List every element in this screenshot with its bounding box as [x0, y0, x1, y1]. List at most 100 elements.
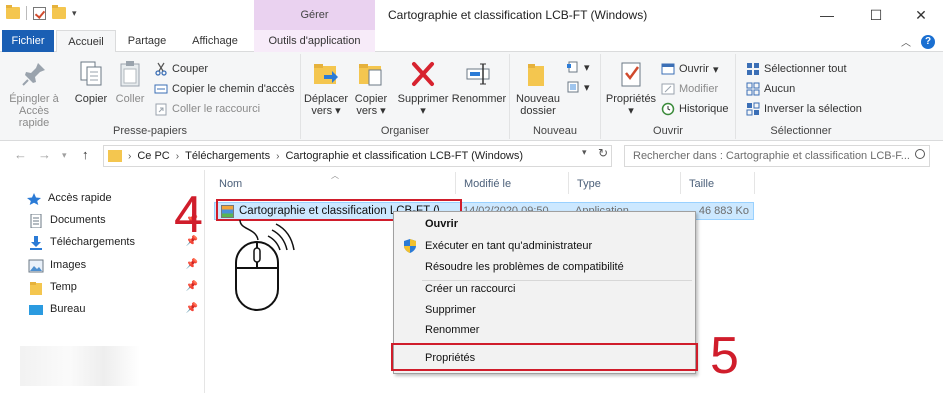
tab-accueil[interactable]: Accueil	[56, 30, 116, 53]
column-divider[interactable]	[455, 172, 456, 194]
tab-outils-application[interactable]: Outils d'application	[254, 30, 375, 52]
back-arrow-icon[interactable]: ←	[14, 147, 27, 162]
select-none-icon	[746, 82, 760, 96]
cut-label: Couper	[172, 63, 209, 75]
search-placeholder: Rechercher dans : Cartographie et classi…	[633, 150, 910, 162]
pin-icon[interactable]: 📌	[186, 281, 198, 292]
forward-arrow-icon[interactable]: →	[38, 147, 51, 162]
column-modifie-le[interactable]: Modifié le	[464, 178, 511, 190]
sidebar-item-label: Temp	[50, 281, 77, 293]
copy-button[interactable]: Copier	[72, 58, 110, 105]
menu-item-renommer[interactable]: Renommer	[394, 320, 695, 340]
pin-icon	[18, 58, 50, 90]
pin-icon[interactable]: 📌	[186, 259, 198, 270]
select-none-button[interactable]: Aucun	[746, 80, 795, 98]
column-taille[interactable]: Taille	[689, 178, 714, 190]
paste-button[interactable]: Coller	[112, 58, 148, 105]
column-type[interactable]: Type	[577, 178, 601, 190]
star-icon	[26, 192, 42, 205]
chevron-up-icon[interactable]: ︿	[901, 34, 911, 49]
sidebar-item-bureau[interactable]: Bureau 📌	[28, 299, 198, 319]
history-label: Historique	[679, 103, 729, 115]
delete-button[interactable]: Supprimer ▾	[397, 58, 449, 117]
menu-item-create-shortcut[interactable]: Créer un raccourci	[394, 279, 695, 299]
breadcrumb-current-folder[interactable]: Cartographie et classification LCB-FT (W…	[285, 150, 523, 162]
new-folder-button[interactable]: Nouveau dossier	[516, 58, 560, 117]
tab-affichage[interactable]: Affichage	[180, 30, 250, 52]
minimize-button[interactable]: —	[804, 0, 850, 30]
rename-button[interactable]: Renommer	[451, 58, 507, 105]
column-divider[interactable]	[680, 172, 681, 194]
edit-button[interactable]: Modifier	[661, 80, 718, 98]
tab-partage[interactable]: Partage	[120, 30, 174, 52]
easy-access-button[interactable]: ▾	[566, 78, 590, 96]
copy-to-button[interactable]: Copier vers ▾	[351, 58, 391, 117]
address-history-chevron-icon[interactable]: ▾	[582, 147, 587, 158]
new-folder-icon[interactable]	[52, 5, 66, 19]
breadcrumb-separator-icon[interactable]: ›	[176, 151, 179, 162]
rename-label: Renommer	[451, 93, 507, 105]
maximize-button[interactable]: ☐	[853, 0, 899, 30]
open-button[interactable]: Ouvrir ▾	[661, 60, 718, 78]
pin-icon[interactable]: 📌	[186, 303, 198, 314]
folder-icon[interactable]	[6, 5, 20, 19]
breadcrumb-ce-pc[interactable]: Ce PC	[137, 150, 169, 162]
address-bar[interactable]: › Ce PC › Téléchargements › Cartographie…	[103, 145, 612, 167]
group-organiser: Déplacer vers ▾ Copier vers ▾ Supprimer …	[301, 54, 510, 139]
sidebar-item-temp[interactable]: Temp 📌	[28, 277, 198, 297]
close-button[interactable]: ✕	[898, 0, 943, 30]
menu-item-troubleshoot-compatibility[interactable]: Résoudre les problèmes de compatibilité	[394, 257, 695, 277]
history-icon	[661, 102, 675, 116]
up-arrow-icon[interactable]: ↑	[82, 147, 89, 162]
breadcrumb-separator-icon[interactable]: ›	[128, 151, 131, 162]
column-nom[interactable]: Nom	[219, 178, 242, 190]
properties-check-icon[interactable]	[33, 6, 46, 20]
sidebar-item-telechargements[interactable]: Téléchargements 📌	[28, 232, 198, 252]
sidebar-item-label: Documents	[50, 214, 106, 226]
recent-locations-chevron-icon[interactable]: ▾	[62, 150, 67, 161]
group-selectionner: Sélectionner tout Aucun Inverser la séle…	[736, 54, 866, 139]
history-button[interactable]: Historique	[661, 100, 729, 118]
new-item-button[interactable]: ▾	[566, 58, 590, 76]
search-input[interactable]: Rechercher dans : Cartographie et classi…	[624, 145, 930, 167]
select-all-button[interactable]: Sélectionner tout	[746, 60, 847, 78]
sidebar-item-label: Téléchargements	[50, 236, 135, 248]
paste-label: Coller	[115, 93, 145, 105]
pin-quick-access-button[interactable]: Épingler à Accès rapide	[4, 58, 64, 129]
breadcrumb-separator-icon[interactable]: ›	[276, 151, 279, 162]
select-all-label: Sélectionner tout	[764, 63, 847, 75]
tab-fichier[interactable]: Fichier	[2, 30, 54, 52]
menu-item-ouvrir[interactable]: Ouvrir	[394, 214, 695, 234]
cut-button[interactable]: Couper	[154, 60, 208, 78]
shield-icon	[403, 239, 417, 253]
paste-shortcut-button[interactable]: Coller le raccourci	[154, 100, 260, 118]
group-label-nouveau: Nouveau	[532, 125, 578, 137]
chevron-down-icon[interactable]: ▾	[72, 8, 77, 19]
move-to-button[interactable]: Déplacer vers ▾	[303, 58, 349, 117]
column-divider[interactable]	[568, 172, 569, 194]
sidebar-item-images[interactable]: Images 📌	[28, 255, 198, 275]
column-divider[interactable]	[754, 172, 755, 194]
open-label: Ouvrir	[679, 63, 709, 75]
divider	[26, 6, 27, 20]
copy-path-icon	[154, 82, 168, 96]
menu-item-run-as-admin[interactable]: Exécuter en tant qu'administrateur	[394, 236, 695, 256]
copy-path-button[interactable]: Copier le chemin d'accès	[154, 80, 295, 98]
invert-selection-button[interactable]: Inverser la sélection	[746, 100, 862, 118]
refresh-icon[interactable]: ↻	[598, 146, 608, 160]
properties-button[interactable]: Propriétés ▾	[603, 58, 659, 117]
breadcrumb-telechargements[interactable]: Téléchargements	[185, 150, 270, 162]
help-icon[interactable]: ?	[921, 34, 935, 49]
folder-icon	[108, 150, 122, 162]
file-size: 46 883 Ko	[698, 205, 749, 217]
scissors-icon	[154, 62, 168, 76]
folder-icon	[28, 281, 44, 295]
paste-shortcut-label: Coller le raccourci	[172, 103, 261, 115]
sidebar-item-label: Bureau	[50, 303, 86, 315]
menu-item-supprimer[interactable]: Supprimer	[394, 300, 695, 320]
sidebar-item-documents[interactable]: Documents 📌	[28, 210, 198, 230]
sidebar-item-label: Images	[50, 259, 87, 271]
group-nouveau: Nouveau dossier ▾ ▾ Nouveau	[510, 54, 601, 139]
highlight-properties-box	[391, 343, 698, 371]
sidebar-item-acces-rapide[interactable]: Accès rapide	[26, 188, 196, 208]
